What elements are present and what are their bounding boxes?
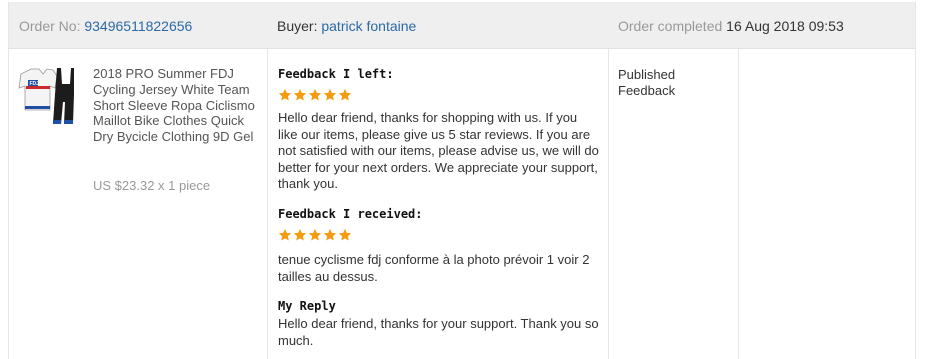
- column-divider: [267, 49, 268, 359]
- buyer-field: Buyer: patrick fontaine: [277, 18, 416, 34]
- star-icon: [323, 228, 337, 241]
- feedback-status: Published Feedback: [618, 67, 676, 98]
- star-icon: [323, 88, 337, 101]
- buyer-name-link[interactable]: patrick fontaine: [321, 18, 416, 34]
- star-icon: [278, 228, 292, 241]
- thumb-logo-text: FDJ: [30, 81, 40, 87]
- order-header: Order No: 93496511822656 Buyer: patrick …: [9, 2, 915, 49]
- star-icon: [278, 88, 292, 101]
- star-icon: [293, 228, 307, 241]
- star-icon: [293, 88, 307, 101]
- feedback-left-text: Hello dear friend, thanks for shopping w…: [278, 110, 599, 191]
- order-completed-date: 16 Aug 2018 09:53: [726, 18, 844, 34]
- star-icon: [308, 88, 322, 101]
- order-number-link[interactable]: 93496511822656: [84, 18, 192, 34]
- star-icon: [338, 88, 352, 101]
- order-number-label: Order No:: [19, 18, 81, 34]
- star-icon: [338, 228, 352, 241]
- product-title[interactable]: 2018 PRO Summer FDJ Cycling Jersey White…: [93, 66, 265, 145]
- my-reply-text: Hello dear friend, thanks for your suppo…: [278, 316, 599, 348]
- order-number-field: Order No: 93496511822656: [19, 18, 192, 34]
- buyer-label: Buyer:: [277, 18, 318, 34]
- column-divider: [738, 49, 739, 359]
- star-icon: [308, 228, 322, 241]
- feedback-received-text: tenue cyclisme fdj conforme à la photo p…: [278, 252, 590, 284]
- feedback-received-heading: Feedback I received:: [278, 207, 423, 221]
- feedback-left-rating: [278, 88, 600, 104]
- feedback-left-heading: Feedback I left:: [278, 67, 394, 81]
- feedback-received-rating: [278, 228, 600, 244]
- cycling-kit-icon[interactable]: FDJ: [17, 66, 75, 128]
- my-reply-heading: My Reply: [278, 299, 336, 313]
- column-divider: [608, 49, 609, 359]
- product-price: US $23.32 x 1 piece: [93, 178, 211, 193]
- order-completed-field: Order completed 16 Aug 2018 09:53: [618, 18, 844, 34]
- order-feedback-card: Order No: 93496511822656 Buyer: patrick …: [8, 2, 916, 359]
- order-completed-label: Order completed: [618, 18, 723, 34]
